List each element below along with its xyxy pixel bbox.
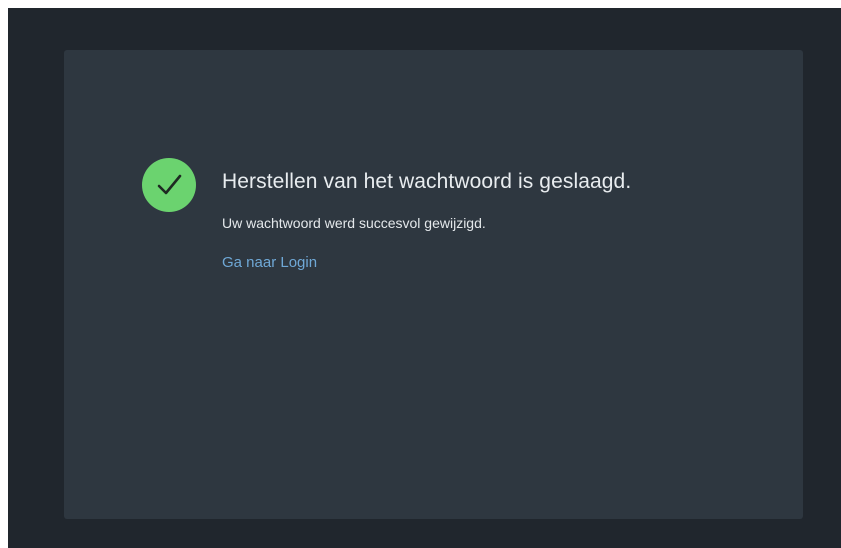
checkmark-icon [157, 174, 182, 195]
status-title: Herstellen van het wachtwoord is geslaag… [222, 170, 632, 193]
status-message: Uw wachtwoord werd succesvol gewijzigd. [222, 215, 486, 231]
success-checkmark-icon [142, 158, 196, 212]
status-content: Herstellen van het wachtwoord is geslaag… [222, 168, 782, 273]
password-reset-card: Herstellen van het wachtwoord is geslaag… [64, 50, 803, 519]
page-background: Herstellen van het wachtwoord is geslaag… [8, 8, 841, 548]
go-to-login-link[interactable]: Ga naar Login [222, 253, 317, 273]
